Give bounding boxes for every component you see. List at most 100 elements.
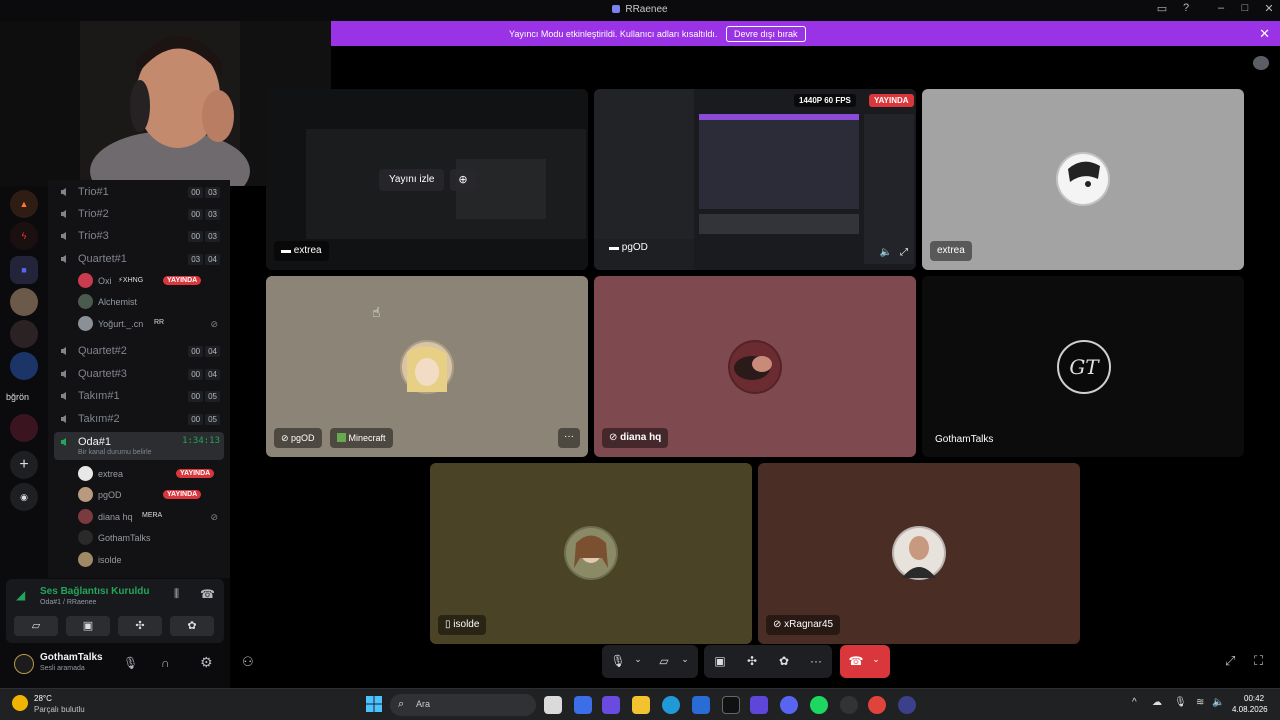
- disconnect-icon[interactable]: ☎: [200, 587, 215, 601]
- add-people-icon[interactable]: ⚇: [242, 654, 254, 670]
- voice-channel-takim-1[interactable]: Takım#1 00 05: [54, 386, 224, 408]
- x-icon[interactable]: [722, 696, 740, 714]
- voice-channel-takim-2[interactable]: Takım#2 00 05: [54, 409, 224, 431]
- user-tile-gothamtalks[interactable]: GT GothamTalks: [922, 276, 1244, 457]
- voice-user-isolde[interactable]: isolde: [74, 550, 224, 570]
- voice-channel-quartet-2[interactable]: Quartet#2 00 04: [54, 341, 224, 363]
- chat-bubble-icon[interactable]: [1253, 56, 1269, 70]
- hang-up-icon[interactable]: ☎: [848, 654, 864, 670]
- clock-time[interactable]: 00:42: [1244, 694, 1264, 703]
- activities-icon[interactable]: ✣: [744, 654, 760, 670]
- banner-close-icon[interactable]: ✕: [1259, 26, 1270, 42]
- popout-stream-icon[interactable]: ⊕: [450, 169, 476, 191]
- voice-channel-quartet-3[interactable]: Quartet#3 00 04: [54, 364, 224, 386]
- voice-user-gothamtalks[interactable]: GothamTalks: [74, 528, 224, 548]
- server-icon-5[interactable]: [10, 352, 38, 380]
- weather-description[interactable]: Parçalı bulutlu: [34, 705, 85, 714]
- microphone-icon[interactable]: 🎙: [123, 656, 138, 670]
- volume-muted-icon[interactable]: 🔈: [880, 247, 892, 258]
- avatar[interactable]: [14, 654, 34, 674]
- camera-off-icon[interactable]: ▱: [656, 654, 672, 670]
- folder-icon[interactable]: ■: [10, 256, 38, 284]
- disconnect-button[interactable]: ☎ ⌄: [840, 645, 890, 678]
- soundboard-button[interactable]: ✿: [170, 616, 214, 636]
- clock-date[interactable]: 4.08.2026: [1232, 705, 1268, 714]
- watch-stream-button[interactable]: Yayını izle: [379, 169, 445, 191]
- voice-channel-trio-2[interactable]: Trio#2 00 03: [54, 204, 224, 226]
- user-tile-extrea[interactable]: extrea: [922, 89, 1244, 270]
- app-icon-1[interactable]: [574, 696, 592, 714]
- voice-user-diana[interactable]: diana hq MERA ⊘: [74, 507, 224, 527]
- file-explorer-icon[interactable]: [632, 696, 650, 714]
- voice-user-oxi[interactable]: Oxi ⚡XHNG YAYINDA: [74, 271, 224, 291]
- user-tile-pgod[interactable]: ⊘ pgOD Minecraft ··· ☝: [266, 276, 588, 457]
- more-icon[interactable]: ···: [808, 654, 824, 670]
- tray-overflow-icon[interactable]: ^: [1132, 697, 1137, 708]
- spotify-icon[interactable]: [810, 696, 828, 714]
- voice-status-channel[interactable]: Oda#1 / RRaenee: [40, 599, 96, 606]
- microphone-icon[interactable]: 🎙: [610, 654, 626, 670]
- settings-gear-icon[interactable]: ⚙: [200, 654, 213, 671]
- fullscreen-icon[interactable]: ⤢: [900, 247, 908, 258]
- server-icon-6[interactable]: [10, 414, 38, 442]
- disable-streamer-mode-button[interactable]: Devre dışı bırak: [726, 26, 806, 42]
- server-icon-1[interactable]: ▲: [10, 190, 38, 218]
- voice-channel-quartet-1[interactable]: Quartet#1 03 04: [54, 249, 224, 271]
- user-tile-diana[interactable]: ⊘ diana hq: [594, 276, 916, 457]
- minimize-button[interactable]: –: [1210, 2, 1232, 18]
- wifi-icon[interactable]: ≋: [1196, 697, 1204, 708]
- close-window-button[interactable]: ✕: [1258, 2, 1280, 18]
- disconnect-options-chevron-icon[interactable]: ⌄: [868, 654, 884, 670]
- voice-channel-oda-1[interactable]: Oda#1 1:34:13 Bir kanal durumu belirle: [54, 432, 224, 460]
- store-icon[interactable]: [692, 696, 710, 714]
- tray-mic-icon[interactable]: 🎙: [1174, 697, 1187, 708]
- app-icon-4[interactable]: [840, 696, 858, 714]
- app-icon-3[interactable]: [750, 696, 768, 714]
- help-icon[interactable]: ?: [1175, 2, 1197, 18]
- mic-options-chevron-icon[interactable]: ⌄: [630, 654, 646, 670]
- camera-toggle-button[interactable]: ▱: [14, 616, 58, 636]
- voice-channel-trio-3[interactable]: Trio#3 00 03: [54, 226, 224, 248]
- app-icon-5[interactable]: [898, 696, 916, 714]
- screen-share-icon[interactable]: ▣: [712, 654, 728, 670]
- stream-tile-pgod[interactable]: 1440P 60 FPS YAYINDA ▬ pgOD 🔈 ⤢: [594, 89, 916, 270]
- activities-button[interactable]: ✣: [118, 616, 162, 636]
- tray-cloud-icon[interactable]: ☁: [1152, 697, 1162, 708]
- voice-user-yogurt[interactable]: Yoğurt._.cn RR ⊘: [74, 314, 224, 334]
- activity-badge[interactable]: Minecraft: [330, 428, 393, 448]
- current-user-name[interactable]: GothamTalks: [40, 652, 103, 663]
- discover-icon[interactable]: ◉: [10, 483, 38, 511]
- inbox-icon[interactable]: ▭: [1151, 2, 1173, 18]
- server-icon-4[interactable]: [10, 320, 38, 348]
- add-server-icon[interactable]: +: [10, 451, 38, 479]
- popout-icon[interactable]: ⤢: [1225, 653, 1235, 669]
- voice-user-pgod[interactable]: pgOD YAYINDA: [74, 485, 224, 505]
- stream-tile-extrea[interactable]: Yayını izle ⊕ ▬ extrea: [266, 89, 588, 270]
- maximize-button[interactable]: □: [1234, 2, 1256, 18]
- headphones-icon[interactable]: ∩: [161, 656, 170, 670]
- channel-status-hint[interactable]: Bir kanal durumu belirle: [78, 449, 152, 456]
- weather-icon[interactable]: [12, 695, 28, 711]
- user-tile-isolde[interactable]: ▯ isolde: [430, 463, 752, 644]
- user-tile-xragnar[interactable]: ⊘ xRagnar45: [758, 463, 1080, 644]
- voice-user-extrea[interactable]: extrea YAYINDA: [74, 464, 224, 484]
- volume-icon[interactable]: 🔈: [1212, 697, 1224, 708]
- folder-label[interactable]: bğrön: [6, 392, 29, 402]
- more-options-icon[interactable]: ···: [558, 428, 580, 448]
- edge-icon[interactable]: [662, 696, 680, 714]
- noise-suppression-icon[interactable]: ⫼: [174, 588, 179, 601]
- voice-channel-trio-1[interactable]: Trio#1 00 03: [54, 182, 224, 204]
- taskbar-search-box[interactable]: ⌕ Ara: [390, 694, 536, 716]
- fullscreen-icon[interactable]: ⛶: [1254, 653, 1263, 669]
- weather-temperature[interactable]: 28°C: [34, 694, 52, 703]
- screen-share-button[interactable]: ▣: [66, 616, 110, 636]
- voice-status-title[interactable]: Ses Bağlantısı Kuruldu: [40, 586, 149, 597]
- camera-options-chevron-icon[interactable]: ⌄: [677, 654, 693, 670]
- soundboard-icon[interactable]: ✿: [776, 654, 792, 670]
- chrome-icon[interactable]: [868, 696, 886, 714]
- voice-user-alchemist[interactable]: Alchemist: [74, 292, 224, 312]
- app-icon-2[interactable]: [602, 696, 620, 714]
- server-icon-2[interactable]: ϟ: [10, 222, 38, 250]
- server-icon-3[interactable]: [10, 288, 38, 316]
- task-view-icon[interactable]: [544, 696, 562, 714]
